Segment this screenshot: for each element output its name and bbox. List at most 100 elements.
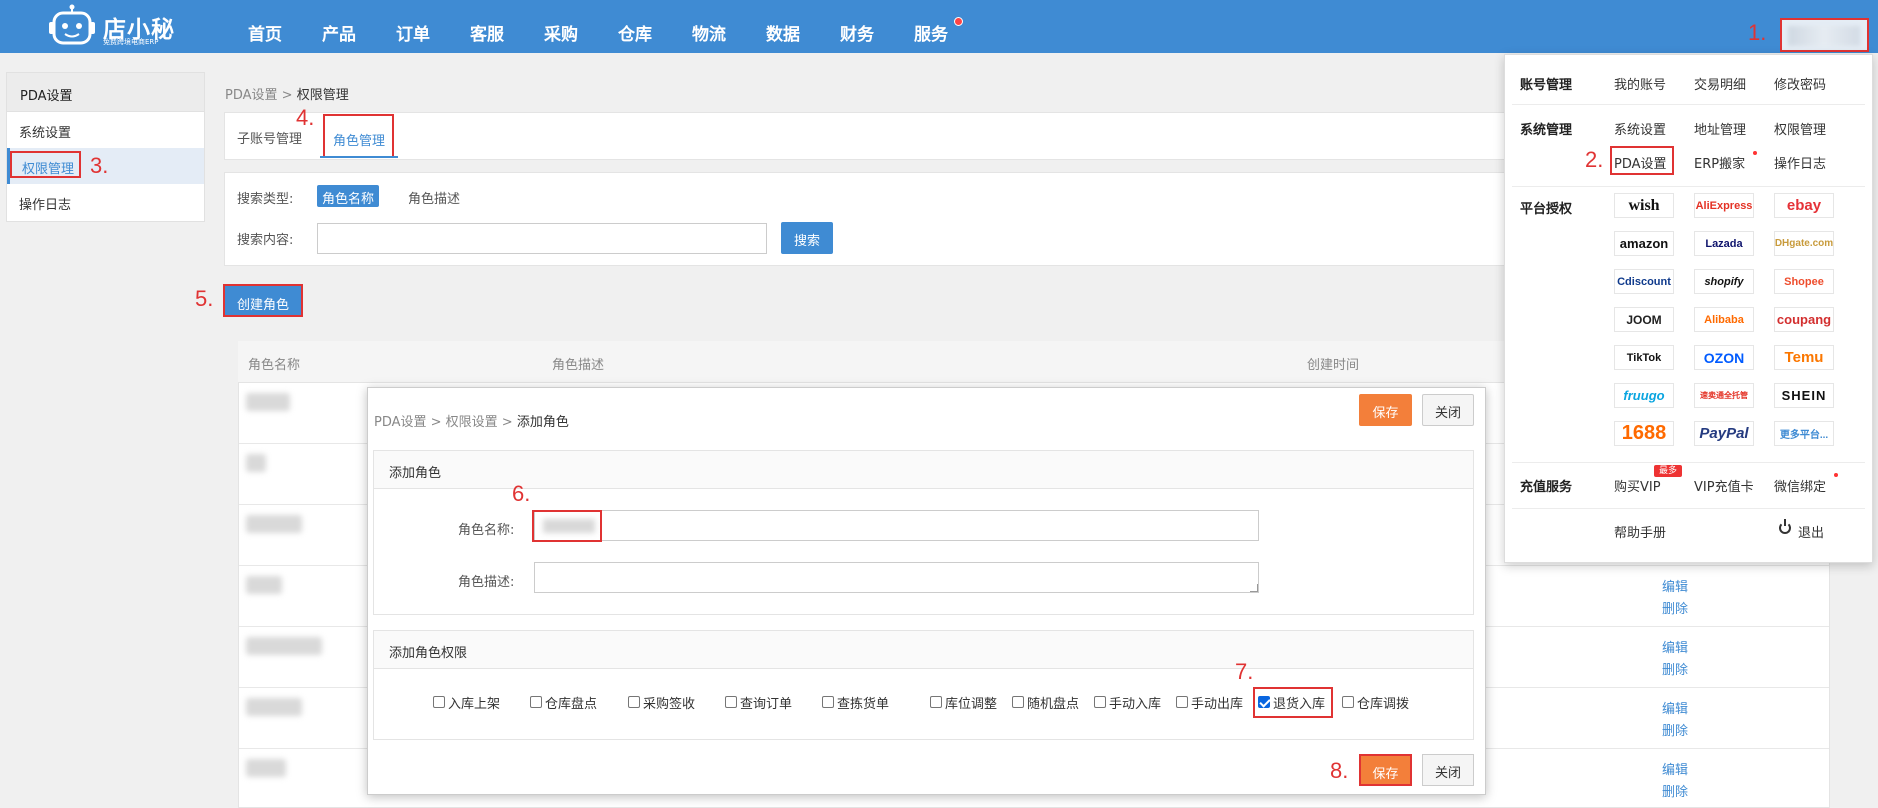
nav-products[interactable]: 产品 [322, 20, 356, 45]
edit-link[interactable]: 编辑 [1662, 637, 1688, 656]
dd-erp-migration[interactable]: ERP搬家 [1694, 153, 1745, 172]
perm-warehouse-transfer[interactable]: 仓库调拨 [1342, 693, 1409, 712]
nav-home[interactable]: 首页 [248, 20, 282, 45]
checkbox[interactable] [433, 696, 445, 708]
dd-buy-vip[interactable]: 购买VIP [1614, 476, 1661, 495]
platform-logo-shopee[interactable]: Shopee [1774, 269, 1834, 294]
platform-logo-amazon[interactable]: amazon [1614, 231, 1674, 256]
platform-logo-alibaba[interactable]: Alibaba [1694, 307, 1754, 332]
role-name-input[interactable] [534, 510, 1259, 541]
platform-logo-coupang[interactable]: coupang [1774, 307, 1834, 332]
perm-picking-list[interactable]: 查拣货单 [822, 693, 889, 712]
dd-vip-card[interactable]: VIP充值卡 [1694, 476, 1754, 495]
dd-permission-management[interactable]: 权限管理 [1774, 119, 1826, 138]
platform-logo-shopify[interactable]: shopify [1694, 269, 1754, 294]
dd-my-account[interactable]: 我的账号 [1614, 74, 1666, 93]
checkbox[interactable] [530, 696, 542, 708]
hot-badge: 最多 [1654, 465, 1682, 477]
checkbox[interactable] [822, 696, 834, 708]
role-desc-textarea[interactable] [534, 562, 1259, 593]
breadcrumb-parent[interactable]: PDA设置 [225, 88, 278, 103]
search-input[interactable] [317, 223, 767, 254]
search-button[interactable]: 搜索 [781, 222, 833, 254]
dd-address-management[interactable]: 地址管理 [1694, 119, 1746, 138]
checkbox[interactable] [725, 696, 737, 708]
nav-purchase[interactable]: 采购 [544, 20, 578, 45]
platform-logo-temu[interactable]: Temu [1774, 345, 1834, 370]
perm-manual-inbound[interactable]: 手动入库 [1094, 693, 1161, 712]
perm-query-orders[interactable]: 查询订单 [725, 693, 792, 712]
platform-logo-dhgate[interactable]: DHgate.com [1774, 231, 1834, 256]
robot-logo-icon[interactable] [48, 4, 96, 46]
nav-logistics[interactable]: 物流 [692, 20, 726, 45]
perm-manual-outbound[interactable]: 手动出库 [1176, 693, 1243, 712]
sidebar-item-operation-log[interactable]: 操作日志 [7, 184, 204, 220]
delete-link[interactable]: 删除 [1662, 781, 1688, 800]
close-button-bottom[interactable]: 关闭 [1422, 754, 1474, 786]
user-account-button[interactable] [1780, 18, 1869, 52]
dd-transactions[interactable]: 交易明细 [1694, 74, 1746, 93]
search-type-role-name[interactable]: 角色名称 [317, 185, 379, 207]
tab-role-management[interactable]: 角色管理 [323, 114, 394, 158]
tabs-bar [224, 112, 1539, 160]
platform-logo-1688[interactable]: 1688 [1614, 421, 1674, 446]
platform-logo-ozon[interactable]: OZON [1694, 345, 1754, 370]
delete-link[interactable]: 删除 [1662, 598, 1688, 617]
perm-random-count[interactable]: 随机盘点 [1012, 693, 1079, 712]
edit-link[interactable]: 编辑 [1662, 576, 1688, 595]
power-icon[interactable] [1779, 519, 1791, 534]
platform-logo-ebay[interactable]: ebay [1774, 193, 1834, 218]
delete-link[interactable]: 删除 [1662, 659, 1688, 678]
create-role-button[interactable]: 创建角色 [223, 284, 303, 317]
platform-logo-aliexpress-choice[interactable]: 速卖通全托管 [1694, 383, 1754, 408]
checkbox[interactable] [1094, 696, 1106, 708]
dd-help-manual[interactable]: 帮助手册 [1614, 522, 1666, 541]
save-button-bottom[interactable]: 保存 [1359, 754, 1412, 786]
dd-system-settings[interactable]: 系统设置 [1614, 119, 1666, 138]
checkbox[interactable] [628, 696, 640, 708]
dd-change-password[interactable]: 修改密码 [1774, 74, 1826, 93]
edit-link[interactable]: 编辑 [1662, 698, 1688, 717]
platform-logo-tiktok[interactable]: TikTok [1614, 345, 1674, 370]
perm-putaway[interactable]: 入库上架 [433, 693, 500, 712]
perm-purchase-receive[interactable]: 采购签收 [628, 693, 695, 712]
platform-logo-joom[interactable]: JOOM [1614, 307, 1674, 332]
dd-logout[interactable]: 退出 [1798, 522, 1824, 541]
dd-section-system: 系统管理 [1520, 123, 1573, 138]
tab-sub-accounts[interactable]: 子账号管理 [237, 128, 302, 147]
dd-divider [1512, 104, 1865, 105]
perm-stocktake[interactable]: 仓库盘点 [530, 693, 597, 712]
dd-section-account: 账号管理 [1520, 78, 1573, 93]
edit-link[interactable]: 编辑 [1662, 759, 1688, 778]
nav-warehouse[interactable]: 仓库 [618, 20, 652, 45]
close-button-top[interactable]: 关闭 [1422, 394, 1474, 426]
search-type-role-desc[interactable]: 角色描述 [408, 188, 460, 207]
nav-orders[interactable]: 订单 [396, 20, 430, 45]
platform-logo-fruugo[interactable]: fruugo [1614, 383, 1674, 408]
nav-finance[interactable]: 财务 [840, 20, 874, 45]
dd-operation-log[interactable]: 操作日志 [1774, 153, 1826, 172]
nav-services[interactable]: 服务 [914, 20, 948, 45]
annotation-box [532, 510, 602, 542]
delete-link[interactable]: 删除 [1662, 720, 1688, 739]
checkbox[interactable] [1176, 696, 1188, 708]
platform-logo-cdiscount[interactable]: Cdiscount [1614, 269, 1674, 294]
checkbox[interactable] [1342, 696, 1354, 708]
checkbox[interactable] [1012, 696, 1024, 708]
save-button-top[interactable]: 保存 [1359, 394, 1412, 426]
platform-logo-lazada[interactable]: Lazada [1694, 231, 1754, 256]
breadcrumb-current: 权限管理 [296, 88, 349, 103]
nav-data[interactable]: 数据 [766, 20, 800, 45]
platform-logo-aliexpress[interactable]: AliExpress [1694, 193, 1754, 218]
platform-logo-wish[interactable]: wish [1614, 193, 1674, 218]
perm-location-adjust[interactable]: 库位调整 [930, 693, 997, 712]
more-platforms-link[interactable]: 更多平台... [1774, 421, 1834, 446]
platform-logo-shein[interactable]: SHEIN [1774, 383, 1834, 408]
resize-grip-icon[interactable] [1250, 584, 1258, 592]
platform-logo-paypal[interactable]: PayPal [1694, 421, 1754, 446]
nav-customer-service[interactable]: 客服 [470, 20, 504, 45]
dd-wechat-bind[interactable]: 微信绑定 [1774, 476, 1826, 495]
annotation-4: 4. [296, 105, 315, 130]
sidebar-item-system-settings[interactable]: 系统设置 [7, 112, 204, 148]
checkbox[interactable] [930, 696, 942, 708]
